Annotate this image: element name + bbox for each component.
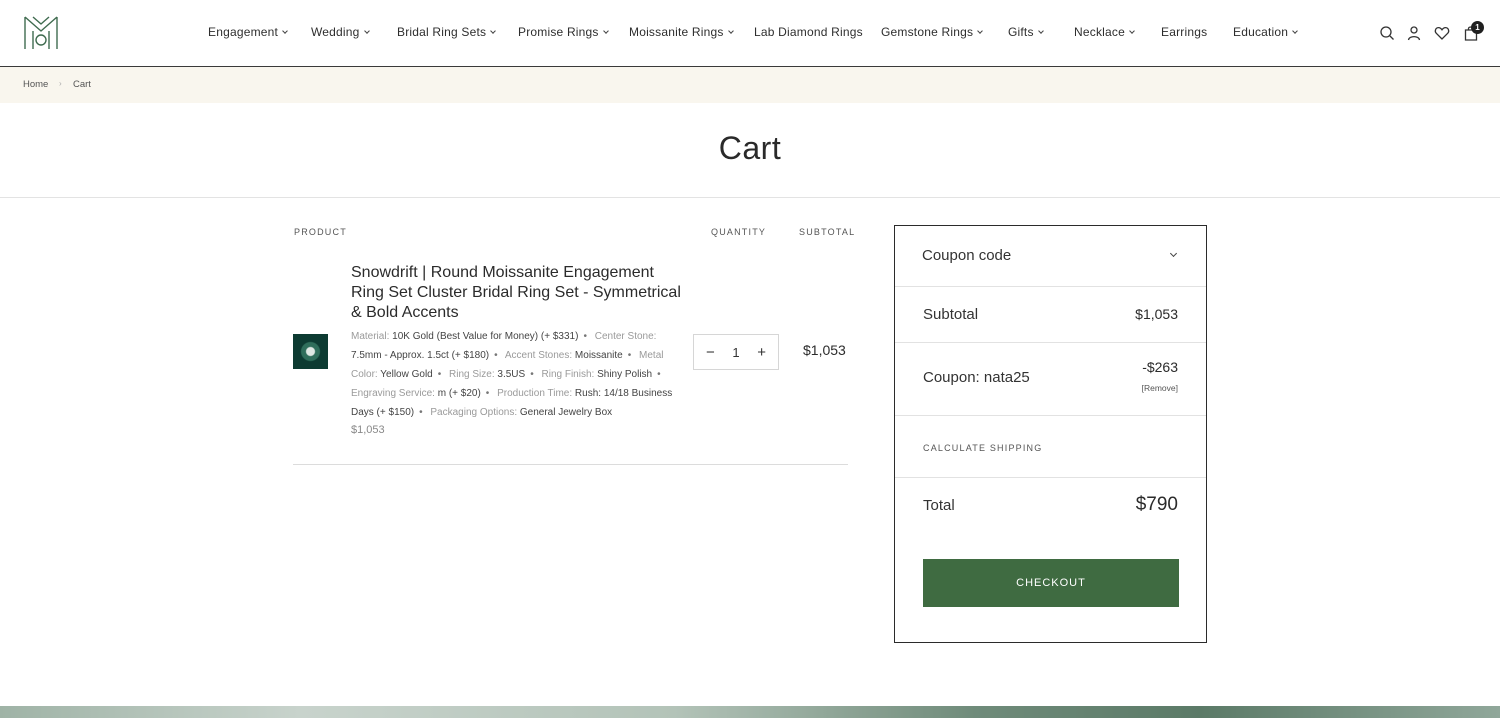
nav-gemstone-rings[interactable]: Gemstone Rings <box>881 25 984 39</box>
remove-coupon-link[interactable]: [Remove] <box>1142 383 1178 393</box>
coupon-toggle[interactable]: Coupon code <box>895 226 1206 287</box>
nav-necklace[interactable]: Necklace <box>1074 25 1135 39</box>
nav-engagement[interactable]: Engagement <box>208 25 288 39</box>
coupon-row: Coupon: nata25 -$263 [Remove] <box>895 343 1206 416</box>
attr-value: Yellow Gold <box>380 369 433 380</box>
page-title: Cart <box>718 130 782 166</box>
attr-label: Material: <box>351 331 390 342</box>
calculate-shipping-link[interactable]: CALCULATE SHIPPING <box>923 443 1042 453</box>
attr-value: Shiny Polish <box>597 369 653 380</box>
chevron-down-icon <box>1037 27 1044 34</box>
breadcrumb: Home › Cart <box>0 67 1500 103</box>
chevron-down-icon <box>977 27 984 34</box>
attr-value: 7.5mm - Approx. 1.5ct (+ $180) <box>351 350 490 361</box>
attr-value: m (+ $20) <box>437 388 481 399</box>
attr-label: Ring Finish: <box>541 369 595 380</box>
checkout-button[interactable]: CHECKOUT <box>923 559 1179 607</box>
nav-wedding[interactable]: Wedding <box>311 25 370 39</box>
line-subtotal: $1,053 <box>803 342 846 358</box>
column-header-product: PRODUCT <box>294 227 347 237</box>
plus-icon[interactable]: + <box>757 345 766 360</box>
product-attributes: Material: 10K Gold (Best Value for Money… <box>351 331 673 418</box>
breadcrumb-home[interactable]: Home <box>23 79 48 90</box>
shipping-row: CALCULATE SHIPPING <box>895 416 1206 478</box>
attr-label: Production Time: <box>497 388 573 399</box>
search-icon[interactable] <box>1379 25 1395 41</box>
chevron-down-icon <box>490 27 497 34</box>
cart-summary-panel: Coupon code Subtotal $1,053 Coupon: nata… <box>894 225 1207 643</box>
product-thumbnail[interactable] <box>293 334 328 369</box>
divider <box>293 464 848 465</box>
nav-promise-rings[interactable]: Promise Rings <box>518 25 609 39</box>
coupon-applied-label: Coupon: nata25 <box>923 369 1030 386</box>
attr-value: Moissanite <box>574 350 623 361</box>
breadcrumb-current: Cart <box>73 79 91 90</box>
product-title-link[interactable]: Snowdrift | Round Moissanite Engagement … <box>351 263 681 323</box>
minus-icon[interactable]: − <box>706 345 715 360</box>
attr-value: General Jewelry Box <box>519 407 613 418</box>
column-header-subtotal: SUBTOTAL <box>799 227 856 237</box>
subtotal-row: Subtotal $1,053 <box>895 287 1206 343</box>
nav-earrings[interactable]: Earrings <box>1161 25 1207 39</box>
chevron-down-icon <box>1129 27 1135 34</box>
wishlist-heart-icon[interactable] <box>1434 25 1450 41</box>
main-nav: Engagement Wedding Bridal Ring Sets Prom… <box>0 0 1500 66</box>
divider <box>0 197 1500 198</box>
cart-count-badge: 1 <box>1471 21 1484 34</box>
attr-label: Engraving Service: <box>351 388 435 399</box>
attr-value: 3.5US <box>497 369 526 380</box>
coupon-toggle-label: Coupon code <box>922 247 1012 264</box>
nav-gifts[interactable]: Gifts <box>1008 25 1044 39</box>
attr-label: Accent Stones: <box>504 350 573 361</box>
total-label: Total <box>923 497 955 514</box>
column-header-quantity: QUANTITY <box>711 227 767 237</box>
footer-banner-image <box>0 706 1500 718</box>
quantity-stepper: − 1 + <box>693 334 779 370</box>
chevron-down-icon <box>602 27 609 34</box>
subtotal-label: Subtotal <box>923 306 979 323</box>
chevron-down-icon <box>1169 249 1178 258</box>
site-header: Engagement Wedding Bridal Ring Sets Prom… <box>0 0 1500 67</box>
total-value: $790 <box>1135 494 1178 515</box>
chevron-down-icon <box>282 27 288 34</box>
subtotal-value: $1,053 <box>1135 306 1178 322</box>
nav-education[interactable]: Education <box>1233 25 1299 39</box>
nav-bridal-ring-sets[interactable]: Bridal Ring Sets <box>397 25 497 39</box>
attr-label: Center Stone: <box>594 331 657 342</box>
product-unit-price: $1,053 <box>351 424 385 436</box>
chevron-down-icon <box>1292 27 1299 34</box>
breadcrumb-separator-icon: › <box>59 79 62 88</box>
chevron-down-icon <box>727 27 734 34</box>
nav-lab-diamond-rings[interactable]: Lab Diamond Rings <box>754 25 863 39</box>
chevron-down-icon <box>363 27 370 34</box>
account-icon[interactable] <box>1406 25 1422 41</box>
attr-label: Ring Size: <box>449 369 495 380</box>
attr-value: 10K Gold (Best Value for Money) (+ $331) <box>392 331 579 342</box>
coupon-discount-value: -$263 <box>1142 359 1178 375</box>
quantity-value[interactable]: 1 <box>732 345 739 360</box>
attr-label: Packaging Options: <box>430 407 518 418</box>
nav-moissanite-rings[interactable]: Moissanite Rings <box>629 25 734 39</box>
